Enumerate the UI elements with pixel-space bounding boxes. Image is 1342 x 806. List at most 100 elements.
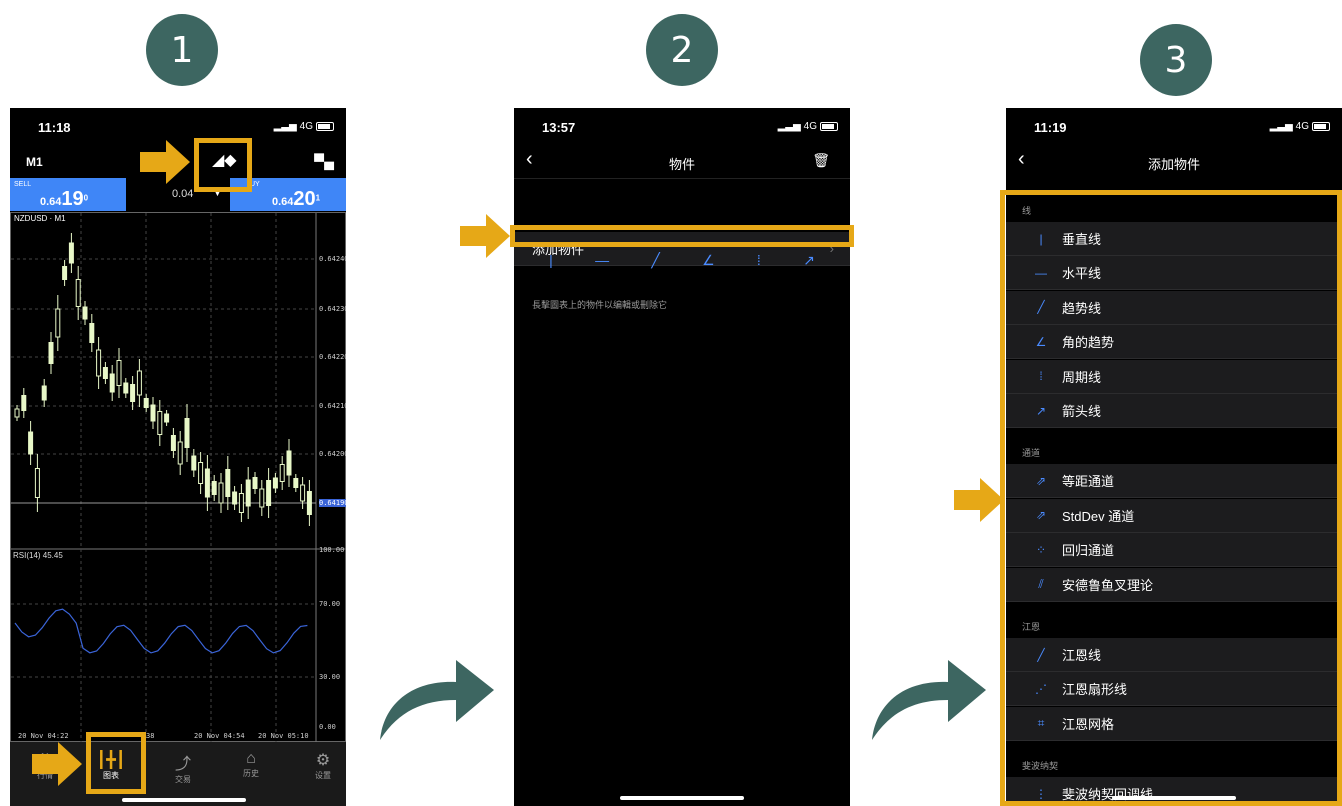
candle-body — [136, 370, 142, 396]
candle-body — [123, 382, 129, 394]
highlight-object-list — [1000, 190, 1342, 806]
buy-price: 0.64201 — [272, 188, 320, 211]
price-tick: 0.64190 — [319, 499, 346, 507]
candle-body — [306, 491, 312, 515]
step-number: 1 — [170, 29, 194, 71]
battery-icon — [316, 122, 334, 131]
sell-price-sup: 0 — [83, 193, 89, 203]
candle-body — [150, 404, 156, 422]
candle-body — [130, 384, 136, 402]
candle-body — [116, 360, 122, 386]
step-1-badge: 1 — [146, 14, 218, 86]
status-time: 13:57 — [542, 120, 576, 135]
status-bar: 13:57 ▂▃▅ 4G — [514, 108, 850, 148]
candle-body — [191, 455, 197, 471]
candle-body — [62, 266, 68, 280]
trend-line-icon[interactable]: ╱ — [651, 252, 659, 274]
tab-label: 交易 — [175, 775, 191, 784]
inbox-icon: ⌂ — [246, 750, 256, 767]
sell-price-big: 19 — [61, 188, 84, 210]
candle-body — [204, 468, 210, 498]
time-axis: 20 Nov 04:22 38 20 Nov 04:54 20 Nov 05:1… — [10, 730, 346, 742]
horizontal-line-icon[interactable]: — — [595, 252, 609, 274]
candle-body — [14, 408, 20, 418]
arrow-right-icon — [140, 140, 190, 184]
candle-body — [184, 418, 190, 448]
page-title: 添加物件 — [1147, 157, 1200, 172]
lot-value: 0.04 — [172, 188, 194, 200]
candle-body — [225, 469, 231, 497]
candle-body — [143, 398, 149, 408]
candle-body — [157, 411, 163, 435]
price-tick: 0.64240 — [319, 255, 346, 263]
curved-arrow-icon — [872, 660, 986, 740]
candle-body — [82, 306, 88, 320]
candle-body — [164, 413, 170, 423]
trade-icon: ⤴ — [174, 756, 191, 773]
rsi-tick: 70.00 — [319, 600, 341, 608]
tab-label: 设置 — [315, 771, 331, 780]
highlight-objects-icon — [194, 138, 252, 192]
time-tick: 20 Nov 05:10 — [258, 732, 309, 740]
candle-body — [55, 308, 61, 338]
arrow-right-icon — [32, 742, 82, 786]
layout-icon[interactable]: ▀▄ — [314, 153, 334, 169]
candle-body — [211, 481, 217, 495]
trend-angle-icon[interactable]: ∠ — [702, 252, 715, 274]
curved-arrow-icon — [380, 660, 494, 740]
chart-svg — [11, 213, 346, 743]
status-time: 11:18 — [38, 120, 71, 135]
price-chart[interactable]: NZDUSD · M1 RSI(14) 45.45 0.64240 0.64230… — [10, 212, 346, 743]
candle-body — [245, 479, 251, 507]
candle-body — [252, 477, 258, 489]
highlight-add-object — [510, 225, 854, 247]
candle-body — [198, 462, 204, 484]
arrow-line-icon[interactable]: ↗ — [803, 252, 815, 274]
arrow-right-icon — [460, 214, 510, 258]
cycle-lines-icon[interactable]: ⁞ — [757, 252, 761, 274]
home-indicator — [122, 798, 246, 802]
buy-price-big: 20 — [293, 188, 316, 210]
candle-body — [48, 342, 54, 364]
candle-body — [259, 488, 265, 508]
phone-objects-screen: 13:57 ▂▃▅ 4G ‹ 物件 🗑 添加物件 › | — ╱ ∠ ⁞ ↗ 長擊… — [514, 108, 850, 806]
candle-body — [170, 435, 176, 451]
gear-icon: ⚙ — [315, 752, 331, 769]
sell-button[interactable]: SELL 0.64190 — [10, 178, 126, 211]
tab-history[interactable]: ⌂ 历史 — [226, 750, 276, 779]
network-label: 4G — [1295, 121, 1309, 132]
signal-icon: ▂▃▅ — [777, 121, 801, 132]
candle-body — [177, 441, 183, 465]
time-tick: 20 Nov 04:54 — [194, 732, 245, 740]
step-number: 2 — [670, 29, 694, 71]
candle-body — [109, 373, 115, 393]
tab-trade[interactable]: ⤴ 交易 — [158, 750, 208, 785]
network-label: 4G — [803, 121, 817, 132]
candle-body — [232, 491, 238, 505]
price-tick: 0.64230 — [319, 305, 346, 313]
rsi-label: RSI(14) 45.45 — [13, 551, 63, 560]
network-label: 4G — [299, 121, 313, 132]
quick-tools: | — ╱ ∠ ⁞ ↗ — [514, 252, 850, 274]
trash-icon[interactable]: 🗑 — [812, 152, 830, 169]
price-tick: 0.64200 — [319, 450, 346, 458]
price-tick: 0.64210 — [319, 402, 346, 410]
tab-settings[interactable]: ⚙ 设置 — [298, 750, 346, 781]
candle-body — [238, 493, 244, 513]
candle-body — [41, 385, 47, 401]
step-3-badge: 3 — [1140, 24, 1212, 96]
battery-icon — [820, 122, 838, 131]
timeframe-button[interactable]: M1 — [26, 155, 43, 169]
candle-body — [272, 477, 278, 489]
home-indicator — [620, 796, 744, 800]
status-bar: 11:19 ▂▃▅ 4G — [1006, 108, 1342, 148]
tab-label: 历史 — [243, 769, 259, 778]
candle-body — [266, 480, 272, 506]
candle-body — [102, 367, 108, 379]
vertical-line-icon[interactable]: | — [549, 252, 553, 274]
signal-icon: ▂▃▅ — [1269, 121, 1293, 132]
candle-body — [218, 482, 224, 504]
candle-body — [293, 478, 299, 488]
network-indicator: ▂▃▅ 4G — [778, 121, 838, 132]
sell-price-small: 0.64 — [40, 196, 62, 208]
